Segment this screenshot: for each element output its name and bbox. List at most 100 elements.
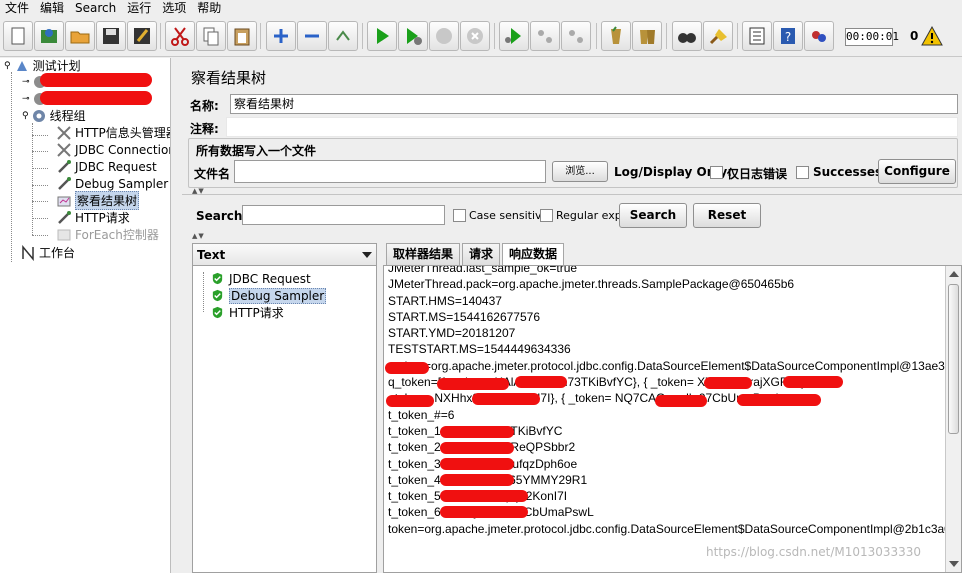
new-button[interactable] [3, 21, 33, 51]
response-data-text[interactable]: JMeterThread.last_sample_ok=true JMeterTh… [383, 265, 962, 573]
start-no-pause-button[interactable] [398, 21, 428, 51]
reset-search-button[interactable] [703, 21, 733, 51]
tree-node-label: 察看结果树 [75, 191, 140, 210]
save-button[interactable] [96, 21, 126, 51]
function-helper-button[interactable] [742, 21, 772, 51]
search-button-toolbar[interactable] [672, 21, 702, 51]
tree-node-jdbc-connection[interactable]: JDBC Connection [56, 141, 170, 158]
clear-all-button[interactable] [632, 21, 662, 51]
save-as-button[interactable] [127, 21, 157, 51]
elapsed-timer: 00:00:01 [845, 28, 899, 46]
tree-node-workbench[interactable]: 工作台 [20, 244, 75, 261]
expand-all-button[interactable] [266, 21, 296, 51]
case-sensitive-checkbox[interactable] [453, 209, 466, 222]
regex-label: Regular exp. [556, 209, 626, 222]
renderer-select[interactable]: Text [193, 244, 376, 266]
filename-field[interactable] [234, 160, 546, 183]
case-sensitive-label: Case sensitive [469, 209, 549, 222]
open-button[interactable] [65, 21, 95, 51]
open-icon [70, 31, 90, 44]
collapse-all-button[interactable] [297, 21, 327, 51]
sample-label: HTTP请求 [229, 306, 284, 320]
success-icon [212, 306, 223, 319]
menu-bar: 文件 编辑 Search 运行 选项 帮助 [0, 0, 962, 16]
reset-button[interactable]: Reset [693, 203, 761, 228]
warning-icon[interactable] [921, 25, 943, 47]
save-icon [103, 28, 119, 44]
remote-stop-icon [538, 30, 552, 43]
function-helper-icon [749, 27, 765, 45]
errors-only-label: 仅日志错误 [727, 167, 788, 181]
sample-label: JDBC Request [229, 271, 311, 286]
regex-checkbox[interactable] [540, 209, 553, 222]
clear-button[interactable] [601, 21, 631, 51]
cut-button[interactable] [165, 21, 195, 51]
copy-button[interactable] [196, 21, 226, 51]
start-button[interactable] [367, 21, 397, 51]
shutdown-icon [467, 28, 483, 44]
tree-node-http-request[interactable]: HTTP请求 [56, 209, 130, 226]
menu-help[interactable]: 帮助 [192, 0, 227, 16]
reset-search-icon [709, 29, 727, 45]
expand-handle-icon[interactable]: ⊸ [22, 77, 30, 87]
redaction-mark [437, 378, 509, 390]
vertical-scrollbar[interactable] [945, 266, 961, 572]
templates-button[interactable] [34, 21, 64, 51]
thread-group-icon [31, 108, 47, 124]
menu-options[interactable]: 选项 [157, 0, 192, 16]
log-viewer-icon [812, 31, 826, 42]
remote-shutdown-button[interactable] [561, 21, 591, 51]
tab-request[interactable]: 请求 [462, 243, 501, 265]
menu-file[interactable]: 文件 [0, 0, 35, 16]
errors-only-checkbox[interactable] [710, 166, 723, 179]
start-no-pause-icon [407, 28, 422, 45]
view-results-tree-panel: 察看结果树 名称: 察看结果树 注释: 所有数据写入一个文件 文件名 浏览...… [182, 58, 962, 573]
sample-item-jdbc-request[interactable]: JDBC Request [211, 270, 311, 287]
redaction-mark [472, 393, 540, 405]
menu-edit[interactable]: 编辑 [35, 0, 70, 16]
tree-node-label: 工作台 [39, 246, 76, 260]
start-icon [377, 28, 389, 44]
configure-button[interactable]: Configure [878, 159, 956, 184]
splitter-arrows-icon[interactable]: ▲▼ [192, 232, 205, 240]
redaction-mark [40, 73, 152, 87]
search-input[interactable] [242, 205, 445, 225]
successes-checkbox[interactable] [796, 166, 809, 179]
scroll-up-icon[interactable] [949, 271, 959, 277]
browse-button[interactable]: 浏览... [552, 161, 608, 182]
tab-response-data[interactable]: 响应数据 [502, 243, 565, 265]
tree-node-label: Debug Sampler [75, 176, 169, 191]
response-line: _token=org.apache.jmeter.protocol.jdbc.c… [388, 358, 952, 373]
menu-run[interactable]: 运行 [122, 0, 157, 16]
sample-item-http-request[interactable]: HTTP请求 [211, 304, 284, 321]
menu-search[interactable]: Search [70, 0, 122, 16]
tree-node-header-manager[interactable]: HTTP信息头管理器 [56, 124, 170, 141]
stop-button[interactable] [429, 21, 459, 51]
tree-node-debug-sampler[interactable]: Debug Sampler [56, 175, 168, 192]
search-button[interactable]: Search [619, 203, 687, 228]
tree-node-test-plan[interactable]: ⚲ 测试计划 [4, 58, 81, 74]
shutdown-button[interactable] [460, 21, 490, 51]
tree-node-thread-group[interactable]: ⚲ 线程组 [22, 107, 86, 124]
response-line: START.YMD=20181207 [388, 326, 516, 341]
toggle-button[interactable] [328, 21, 358, 51]
collapse-handle-icon[interactable]: ⚲ [4, 61, 11, 71]
sample-item-debug-sampler[interactable]: Debug Sampler [211, 287, 327, 304]
tree-node-jdbc-request[interactable]: JDBC Request [56, 158, 157, 175]
log-viewer-button[interactable] [804, 21, 834, 51]
help-button[interactable]: ? [773, 21, 803, 51]
remote-stop-button[interactable] [530, 21, 560, 51]
tree-node-view-results-tree[interactable]: 察看结果树 [56, 191, 140, 210]
remote-start-button[interactable] [499, 21, 529, 51]
new-icon [11, 27, 25, 45]
watermark-text: https://blog.csdn.net/M1013033330 [706, 545, 922, 559]
comment-field[interactable] [226, 117, 958, 137]
scroll-down-icon[interactable] [949, 561, 959, 567]
name-field[interactable]: 察看结果树 [230, 94, 958, 114]
collapse-handle-icon[interactable]: ⚲ [22, 111, 29, 121]
tab-sampler-result[interactable]: 取样器结果 [386, 243, 461, 265]
paste-button[interactable] [227, 21, 257, 51]
scroll-thumb[interactable] [948, 284, 959, 434]
expand-handle-icon[interactable]: ⊸ [22, 94, 30, 104]
tree-node-foreach-controller[interactable]: ForEach控制器 [56, 226, 159, 243]
